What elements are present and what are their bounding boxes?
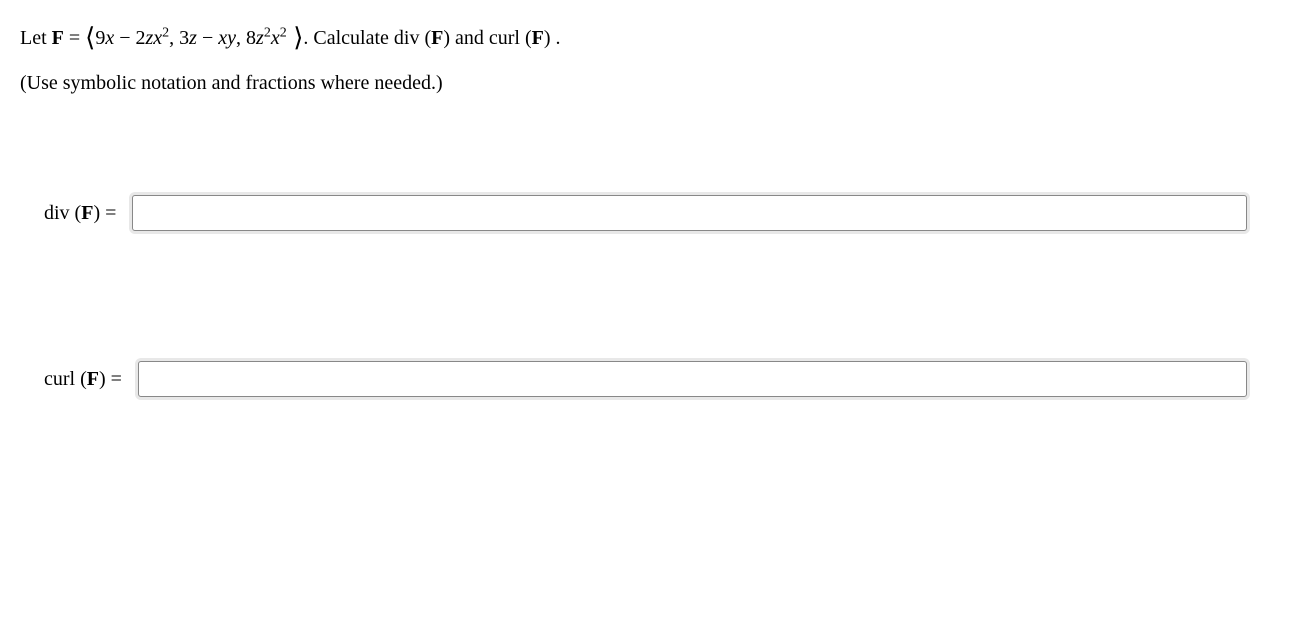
instruction-text: (Use symbolic notation and fractions whe… [20,72,1283,95]
suffix3: ) . [544,27,561,49]
curl-label: curl (F) = [44,368,122,391]
vector-var-3: F [532,27,544,49]
vector-expression: ⟨9x − 2zx2, 3z − xy, 8z2x2 ⟩ [85,27,303,49]
problem-statement: Let F = ⟨9x − 2zx2, 3z − xy, 8z2x2 ⟩. Ca… [20,18,1283,54]
bracket-close: ⟩ [287,23,304,52]
suffix2: ) and curl ( [443,27,531,49]
div-label: div (F) = [44,202,116,225]
suffix1: . Calculate div ( [303,27,431,49]
problem-prefix: Let [20,27,52,49]
div-input[interactable] [132,195,1247,231]
curl-input[interactable] [138,361,1247,397]
vector-var-2: F [431,27,443,49]
vector-var: F [52,27,64,49]
curl-answer-row: curl (F) = [20,361,1283,397]
bracket-open: ⟨ [85,23,95,52]
equals: = [64,27,85,49]
div-answer-row: div (F) = [20,195,1283,231]
